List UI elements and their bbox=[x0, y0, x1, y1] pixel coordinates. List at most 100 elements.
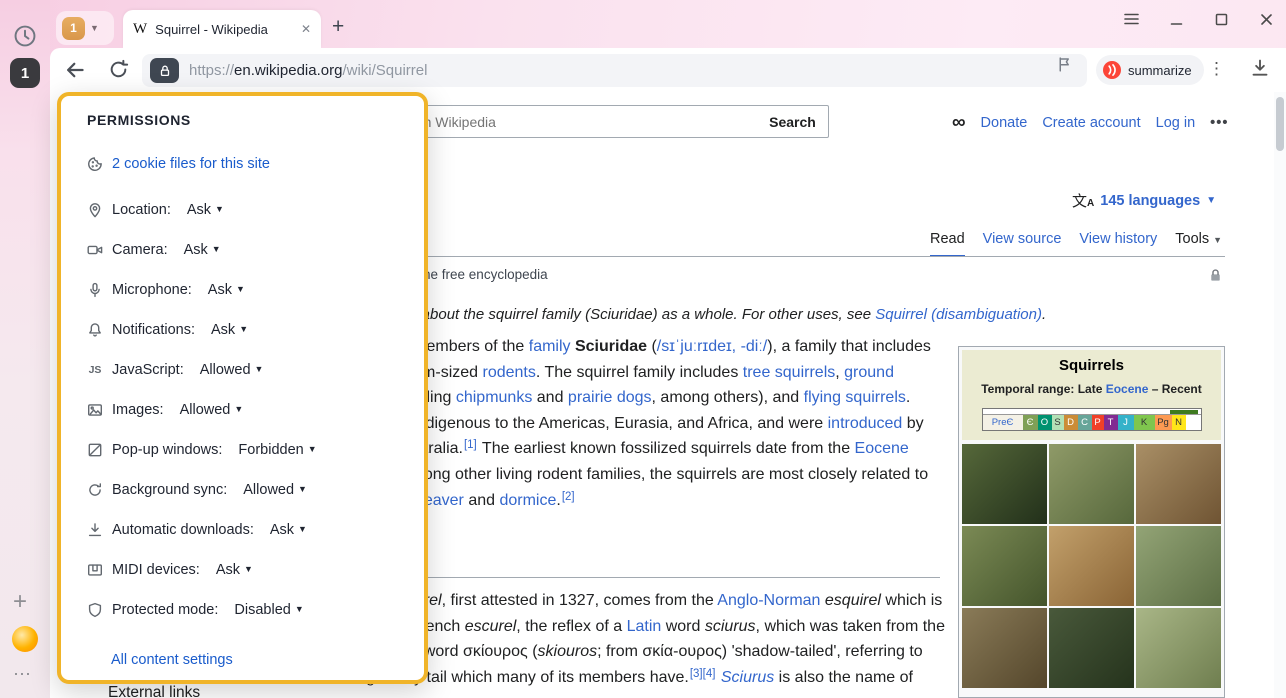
wiki-link[interactable]: Anglo-Norman bbox=[717, 592, 820, 609]
ref-link[interactable]: [1] bbox=[464, 439, 477, 451]
sidebar-tab-badge[interactable]: 1 bbox=[10, 58, 40, 88]
wiki-link[interactable]: rodents bbox=[482, 364, 535, 381]
text-segment: , the reflex of a bbox=[516, 618, 626, 635]
kebab-menu-icon[interactable]: ⋮ bbox=[1208, 59, 1225, 79]
microphone-dropdown[interactable]: Ask▼ bbox=[208, 282, 245, 298]
notifications-dropdown[interactable]: Ask▼ bbox=[211, 322, 248, 338]
back-button[interactable] bbox=[64, 59, 86, 86]
article-tab-read[interactable]: Read bbox=[930, 231, 965, 257]
wiki-link[interactable]: Eocene bbox=[1106, 382, 1149, 396]
text-segment: . bbox=[906, 389, 910, 406]
wiki-link[interactable]: flying squirrels bbox=[804, 389, 906, 406]
header-link-create-account[interactable]: Create account bbox=[1042, 115, 1140, 131]
close-window-button[interactable] bbox=[1257, 10, 1275, 28]
temporal-range: Temporal range: Late Eocene – Recent bbox=[966, 382, 1217, 396]
downloads-icon bbox=[87, 522, 103, 538]
wiki-link[interactable]: ground bbox=[844, 364, 894, 381]
article-tab-view-source[interactable]: View source bbox=[983, 231, 1062, 255]
ref-link[interactable]: [2] bbox=[562, 491, 575, 503]
wiki-link[interactable]: family bbox=[529, 338, 571, 355]
squirrel-photo-7[interactable] bbox=[962, 608, 1047, 688]
wiki-link[interactable]: introduced bbox=[828, 415, 903, 432]
bookmark-flag-icon[interactable] bbox=[1056, 56, 1073, 78]
wiki-link[interactable]: chipmunks bbox=[456, 389, 532, 406]
scrollbar-thumb[interactable] bbox=[1276, 97, 1284, 151]
article-tab-view-history[interactable]: View history bbox=[1079, 231, 1157, 255]
panel-menu-icon[interactable] bbox=[1122, 10, 1140, 28]
new-tab-button[interactable]: + bbox=[332, 15, 344, 39]
notifications-icon bbox=[87, 322, 103, 338]
squirrel-photo-5[interactable] bbox=[1049, 526, 1134, 606]
javascript-dropdown[interactable]: Allowed▼ bbox=[200, 362, 264, 378]
sidebar-add-icon[interactable]: + bbox=[13, 588, 27, 616]
squirrel-photo-4[interactable] bbox=[962, 526, 1047, 606]
more-options-icon[interactable]: ••• bbox=[1210, 115, 1228, 131]
wiki-link[interactable]: Latin bbox=[627, 618, 662, 635]
languages-selector[interactable]: 文A 145 languages ▼ bbox=[1072, 190, 1216, 211]
reload-button[interactable] bbox=[108, 59, 129, 85]
infinity-icon[interactable]: ∞ bbox=[952, 112, 966, 134]
close-tab-icon[interactable]: ✕ bbox=[301, 22, 311, 36]
wiki-link[interactable]: prairie dogs bbox=[568, 389, 652, 406]
minimize-button[interactable] bbox=[1167, 10, 1185, 28]
wiki-link[interactable]: tree squirrels bbox=[743, 364, 835, 381]
tab-title: Squirrel - Wikipedia bbox=[155, 22, 293, 37]
sync-dropdown[interactable]: Allowed▼ bbox=[243, 482, 307, 498]
microphone-icon bbox=[87, 282, 103, 298]
wiki-link[interactable]: Eocene bbox=[855, 440, 909, 457]
timeline-segment-PreЄ[interactable]: PreЄ bbox=[983, 415, 1023, 430]
browser-tab-active[interactable]: W Squirrel - Wikipedia ✕ bbox=[123, 10, 321, 48]
squirrel-photo-2[interactable] bbox=[1049, 444, 1134, 524]
header-link-donate[interactable]: Donate bbox=[981, 115, 1028, 131]
squirrel-photo-6[interactable] bbox=[1136, 526, 1221, 606]
download-icon[interactable] bbox=[1250, 58, 1270, 83]
text-segment: escurel bbox=[465, 618, 517, 635]
squirrel-photo-1[interactable] bbox=[962, 444, 1047, 524]
url-text: https://en.wikipedia.org/wiki/Squirrel bbox=[189, 62, 427, 79]
site-lock-icon[interactable] bbox=[150, 58, 179, 83]
header-link-log-in[interactable]: Log in bbox=[1156, 115, 1196, 131]
midi-dropdown[interactable]: Ask▼ bbox=[216, 562, 253, 578]
page-protection-lock-icon[interactable] bbox=[1208, 268, 1223, 288]
squirrel-photo-9[interactable] bbox=[1136, 608, 1221, 688]
popup-dropdown[interactable]: Forbidden▼ bbox=[238, 442, 316, 458]
address-bar[interactable]: https://en.wikipedia.org/wiki/Squirrel bbox=[142, 54, 1087, 87]
summarize-button[interactable]: summarize bbox=[1096, 55, 1204, 85]
timeline-segment-T: T bbox=[1104, 415, 1118, 430]
text-segment: – Recent bbox=[1148, 382, 1201, 396]
shield-dropdown[interactable]: Disabled▼ bbox=[234, 602, 303, 618]
article-tab-tools[interactable]: Tools▼ bbox=[1175, 231, 1222, 255]
summarize-label: summarize bbox=[1128, 63, 1192, 78]
tab-list-button[interactable]: 1 ▼ bbox=[56, 11, 114, 45]
text-segment: ( bbox=[647, 338, 657, 355]
cookies-row: 2 cookie files for this site bbox=[87, 156, 270, 172]
permission-label: Camera: bbox=[112, 242, 168, 258]
search-button[interactable]: Search bbox=[757, 105, 829, 138]
yandex-logo-icon[interactable] bbox=[12, 626, 38, 652]
wiki-link[interactable]: dormice bbox=[499, 492, 556, 509]
toc-item-external-links[interactable]: External links bbox=[108, 684, 200, 698]
text-segment: ; from σκία-ουρος) 'shadow-tailed', refe… bbox=[597, 643, 923, 660]
wiki-link[interactable]: Sciurus bbox=[721, 669, 774, 686]
camera-dropdown[interactable]: Ask▼ bbox=[184, 242, 221, 258]
text-segment: and bbox=[464, 492, 500, 509]
maximize-button[interactable] bbox=[1212, 10, 1230, 28]
history-clock-icon[interactable] bbox=[13, 24, 37, 48]
sidebar-more-icon[interactable]: ⋯ bbox=[13, 664, 31, 685]
text-segment: and bbox=[532, 389, 568, 406]
permission-label: Protected mode: bbox=[112, 602, 218, 618]
all-content-settings-link[interactable]: All content settings bbox=[111, 652, 233, 668]
cookies-link[interactable]: 2 cookie files for this site bbox=[112, 156, 270, 172]
squirrel-photo-8[interactable] bbox=[1049, 608, 1134, 688]
text-segment: . The squirrel family includes bbox=[536, 364, 743, 381]
images-dropdown[interactable]: Allowed▼ bbox=[180, 402, 244, 418]
location-dropdown[interactable]: Ask▼ bbox=[187, 202, 224, 218]
ai-assistant-icon bbox=[1103, 61, 1121, 79]
downloads-dropdown[interactable]: Ask▼ bbox=[270, 522, 307, 538]
wiki-link[interactable]: Squirrel (disambiguation) bbox=[875, 306, 1042, 323]
squirrel-photo-3[interactable] bbox=[1136, 444, 1221, 524]
permission-row-shield: Protected mode: Disabled▼ bbox=[87, 598, 410, 622]
wiki-link[interactable]: /sɪˈjuːrɪdeɪ, -diː/ bbox=[657, 338, 767, 355]
ref-link[interactable]: [3][4] bbox=[690, 668, 716, 680]
languages-icon: 文A bbox=[1072, 190, 1094, 211]
